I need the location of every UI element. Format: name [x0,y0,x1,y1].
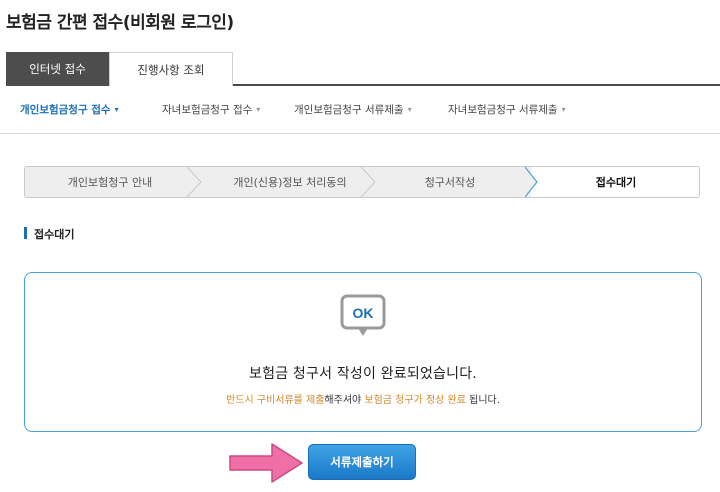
tab-internet-submission[interactable]: 인터넷 접수 [6,52,109,86]
pink-arrow-icon [229,443,303,483]
ok-speech-bubble-icon: OK [340,294,386,336]
submit-documents-button[interactable]: 서류제출하기 [308,444,416,480]
result-sub-highlight-1: 반드시 구비서류를 제출 [226,395,325,406]
page-title: 보험금 간편 접수(비회원 로그인) [6,13,234,33]
result-message: 보험금 청구서 작성이 완료되었습니다. [249,366,477,382]
result-sub-text-1: 해주셔야 [324,395,365,406]
top-tabs: 인터넷 접수 진행사항 조회 [6,52,720,86]
sub-nav: 개인보험금청구 접수 ▾ 자녀보험금청구 접수 ▾ 개인보험금청구 서류제출 ▾… [0,86,720,134]
result-sub-highlight-2: 보험금 청구가 정상 완료 [364,395,466,406]
chevron-down-icon: ▾ [561,104,566,114]
progress-steps: 개인보험청구 안내 개인(신용)정보 처리동의 청구서작성 접수대기 [24,166,700,198]
chevron-down-icon: ▾ [114,104,119,114]
result-sub-text-2: 됩니다. [465,395,500,406]
sub-nav-item-label: 개인보험금청구 접수 [20,103,111,116]
sub-nav-item-child-docs[interactable]: 자녀보험금청구 서류제출 ▾ [448,86,566,132]
tab-progress-inquiry[interactable]: 진행사항 조회 [109,52,233,86]
step-divider-icon [525,167,538,197]
chevron-down-icon: ▾ [256,104,261,114]
step-waiting: 접수대기 [531,167,699,197]
ok-icon-text: OK [353,305,374,321]
sub-nav-item-label: 개인보험금청구 서류제출 [294,103,404,116]
step-claim-form: 청구서작성 [424,176,476,189]
sub-nav-item-child-claim[interactable]: 자녀보험금청구 접수 ▾ [162,86,260,132]
result-box: OK 보험금 청구서 작성이 완료되었습니다. 반드시 구비서류를 제출해주셔야… [24,272,702,432]
chevron-down-icon: ▾ [407,104,412,114]
result-submessage: 반드시 구비서류를 제출해주셔야 보험금 청구가 정상 완료 됩니다. [25,391,701,406]
sub-nav-item-personal-claim[interactable]: 개인보험금청구 접수 ▾ [20,86,119,132]
sub-nav-item-personal-docs[interactable]: 개인보험금청구 서류제출 ▾ [294,86,412,132]
section-title: 접수대기 [24,226,74,242]
step-consent: 개인(신용)정보 처리동의 [233,176,347,189]
sub-nav-item-label: 자녀보험금청구 서류제출 [448,103,558,116]
sub-nav-item-label: 자녀보험금청구 접수 [162,103,253,116]
step-guide: 개인보험청구 안내 [67,176,153,189]
